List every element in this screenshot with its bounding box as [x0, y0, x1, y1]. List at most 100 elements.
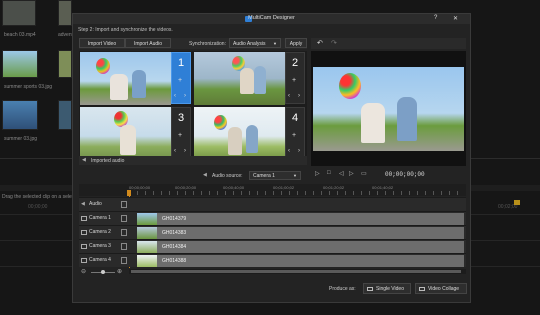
import-audio-button[interactable]: Import Audio	[125, 38, 171, 48]
preview-toolbar: ↶ ↷	[311, 38, 466, 49]
redo-icon[interactable]: ↷	[331, 39, 337, 47]
add-icon[interactable]: +	[178, 132, 182, 139]
close-button[interactable]: ✕	[453, 15, 458, 22]
cyclist-figure	[110, 74, 128, 100]
imported-audio-row: ◀ Imported audio	[79, 156, 307, 165]
balloon-cluster	[339, 73, 361, 99]
chevron-left-icon[interactable]: ‹	[174, 93, 176, 99]
chevron-right-icon[interactable]: ›	[184, 93, 186, 99]
clip-thumbnail	[137, 227, 157, 239]
scrollbar-thumb[interactable]	[131, 270, 461, 273]
bg-file-label: beach 03.mp4	[4, 32, 36, 38]
lock-icon[interactable]	[121, 215, 127, 222]
bg-thumbnail-5[interactable]	[2, 100, 38, 130]
audio-source-row: ◀ Audio source: Camera 1 ▼	[203, 171, 313, 181]
bg-ruler-time: 00;00;00	[28, 204, 48, 210]
track-camera-2: Camera 2 GH014383	[79, 225, 466, 239]
ruler-time: 00;00;40;00	[223, 185, 245, 190]
bg-thumbnail-2[interactable]	[58, 0, 72, 26]
clip-thumbnail	[137, 241, 157, 253]
zoom-slider-handle[interactable]	[101, 270, 105, 274]
bg-thumbnail-1[interactable]	[2, 0, 36, 26]
ruler-ticks	[129, 191, 464, 195]
track-camera-4: Camera 4 GH014388	[79, 253, 466, 267]
camera-tile-3[interactable]	[80, 107, 171, 160]
track-audio: ◀ Audio	[79, 197, 466, 211]
single-video-icon	[367, 287, 373, 291]
video-clip[interactable]: GH014383	[137, 227, 464, 239]
cyclist-figure	[254, 66, 266, 94]
next-frame-icon[interactable]: ▷	[349, 170, 354, 177]
camera-1-selector[interactable]: 1 + ‹ ›	[171, 52, 191, 104]
audio-source-value: Camera 1	[253, 173, 275, 179]
lock-icon[interactable]	[121, 243, 127, 250]
lock-icon[interactable]	[121, 229, 127, 236]
bg-marker-icon	[514, 200, 520, 205]
balloon-cluster	[96, 58, 110, 74]
bg-thumbnail-3[interactable]	[2, 50, 38, 78]
clip-thumbnail	[137, 255, 157, 267]
timeline-ruler: 00;00;00;00 00;00;20;00 00;00;40;00 00;0…	[79, 184, 466, 196]
add-icon[interactable]: +	[178, 77, 182, 84]
undo-icon[interactable]: ↶	[317, 39, 323, 47]
import-video-button[interactable]: Import Video	[79, 38, 125, 48]
bg-thumbnail-4[interactable]	[58, 50, 72, 78]
camera-4-selector[interactable]: 4 + ‹ ›	[285, 107, 305, 159]
ruler-time: 00;01;00;02	[273, 185, 295, 190]
camera-3-number: 3	[177, 112, 185, 124]
help-button[interactable]: ?	[434, 15, 437, 21]
preview-window	[311, 51, 466, 166]
chevron-right-icon[interactable]: ›	[298, 93, 300, 99]
sync-dropdown[interactable]: Audio Analysis ▼	[229, 38, 281, 48]
video-clip[interactable]: GH014384	[137, 241, 464, 253]
chevron-left-icon[interactable]: ‹	[174, 148, 176, 154]
lock-icon[interactable]	[121, 257, 127, 264]
cyclist-figure	[246, 125, 258, 153]
sync-dropdown-value: Audio Analysis	[233, 41, 266, 47]
video-clip[interactable]: GH014388	[137, 255, 464, 267]
chevron-left-icon[interactable]: ‹	[288, 148, 290, 154]
add-icon[interactable]: +	[292, 77, 296, 84]
play-icon[interactable]: ▷	[315, 170, 320, 177]
track-camera-3: Camera 3 GH014384	[79, 239, 466, 253]
clip-name: GH014379	[162, 216, 187, 222]
stop-icon[interactable]: □	[327, 170, 331, 176]
camera-tile-4[interactable]	[194, 107, 285, 160]
step-instruction: Step 2: Import and synchronize the video…	[78, 27, 173, 33]
audio-source-dropdown[interactable]: Camera 1 ▼	[249, 171, 301, 180]
video-clip[interactable]: GH014379	[137, 213, 464, 225]
imported-audio-label: Imported audio	[91, 158, 125, 164]
camera-tile-1[interactable]	[80, 52, 171, 105]
track-label: Camera 3	[89, 243, 111, 249]
zoom-in-icon[interactable]: ⊕	[117, 268, 122, 275]
timecode-display: 00;00;00;00	[385, 171, 425, 178]
camera-2-number: 2	[291, 57, 299, 69]
ruler-time: 00;01;40;02	[372, 185, 394, 190]
chevron-down-icon: ▼	[293, 173, 297, 178]
lock-icon[interactable]	[121, 201, 127, 208]
apply-button[interactable]: Apply	[285, 38, 307, 48]
balloon-cluster	[214, 115, 227, 130]
cyclist-figure	[397, 97, 417, 141]
produce-as-label: Produce as:	[329, 286, 356, 292]
cyclist-figure	[120, 125, 136, 155]
preview-video-frame	[313, 67, 464, 151]
fullscreen-icon[interactable]: ▭	[361, 170, 367, 177]
prev-frame-icon[interactable]: ◁	[339, 170, 344, 177]
clip-name: GH014388	[162, 258, 187, 264]
chevron-right-icon[interactable]: ›	[298, 148, 300, 154]
timeline-scrollbar[interactable]	[129, 269, 466, 274]
clip-name: GH014384	[162, 244, 187, 250]
clip-thumbnail	[137, 213, 157, 225]
camera-2-selector[interactable]: 2 + ‹ ›	[285, 52, 305, 104]
add-icon[interactable]: +	[292, 132, 296, 139]
single-video-button[interactable]: Single Video	[363, 283, 411, 294]
bg-thumbnail-6[interactable]	[58, 100, 72, 130]
ruler-time: 00;01;20;02	[323, 185, 345, 190]
chevron-left-icon[interactable]: ‹	[288, 93, 290, 99]
chevron-right-icon[interactable]: ›	[184, 148, 186, 154]
zoom-out-icon[interactable]: ⊖	[81, 268, 86, 275]
video-collage-button[interactable]: Video Collage	[415, 283, 467, 294]
camera-tile-2[interactable]	[194, 52, 285, 105]
camera-3-selector[interactable]: 3 + ‹ ›	[171, 107, 191, 159]
